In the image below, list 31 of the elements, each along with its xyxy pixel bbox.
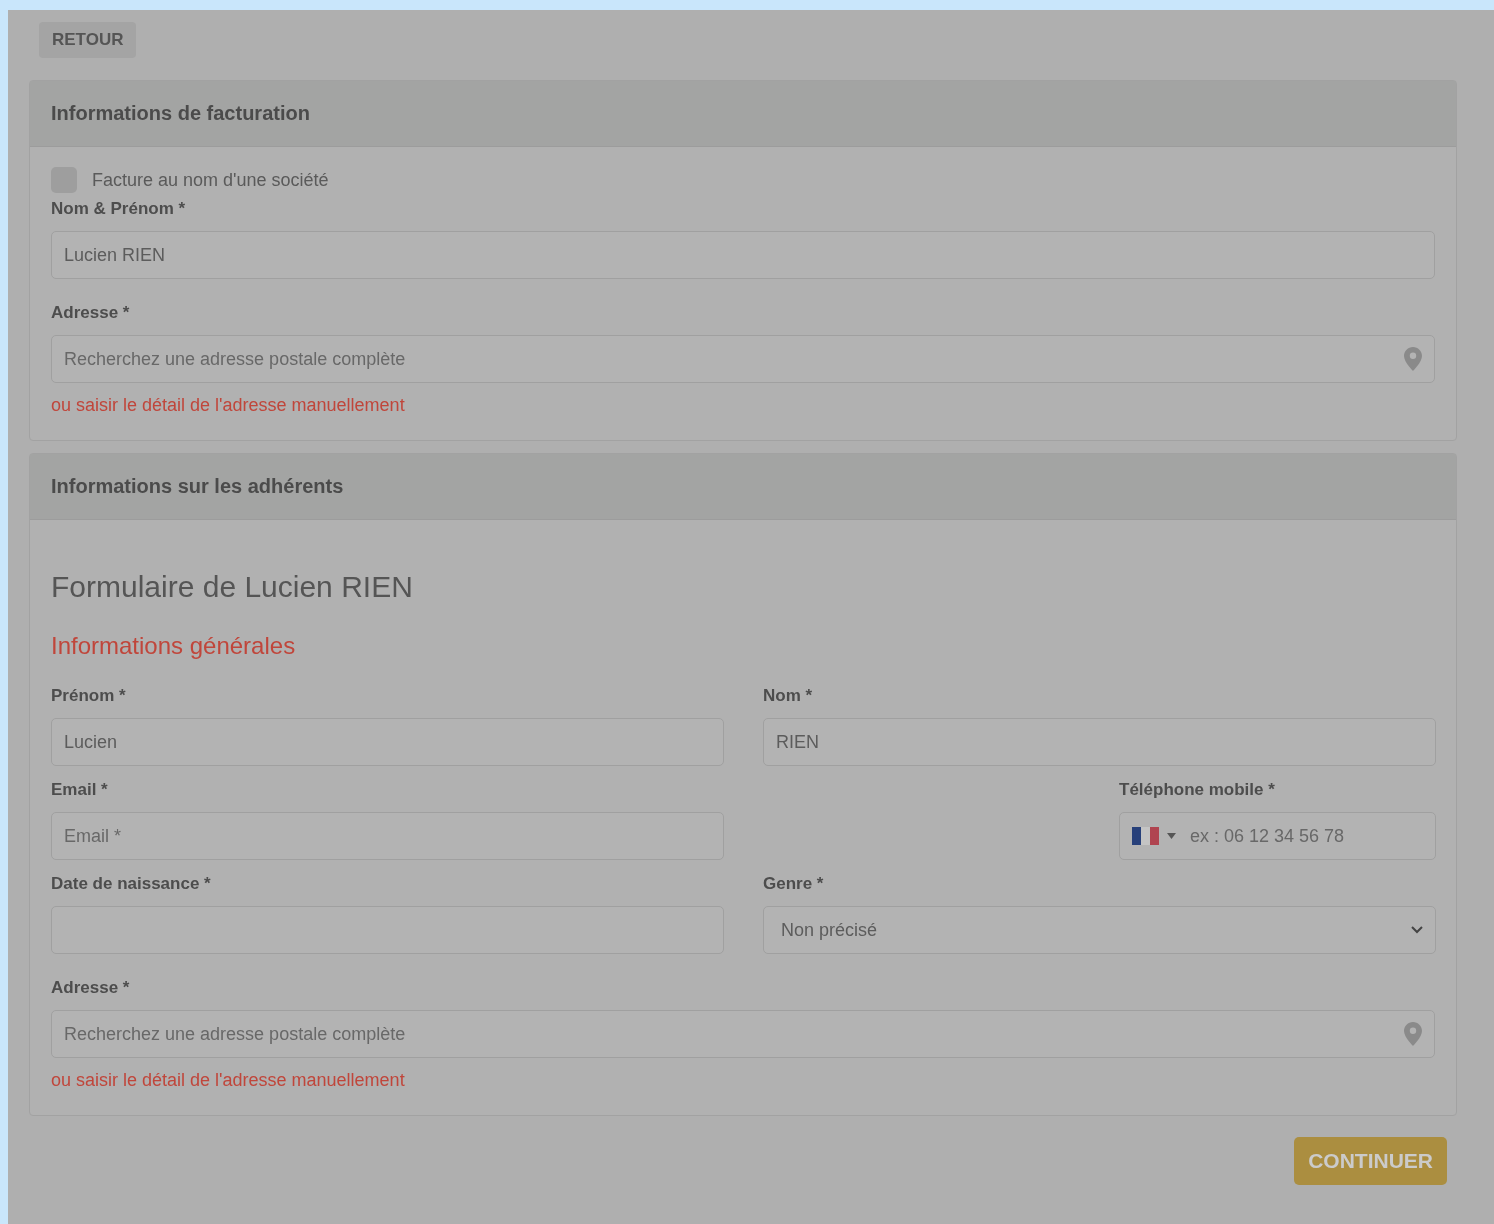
name-field[interactable]: Lucien RIEN: [51, 231, 1435, 279]
manual-address-link[interactable]: ou saisir le détail de l'adresse manuellement: [51, 395, 405, 416]
form-title: Formulaire de Lucien RIEN: [51, 570, 414, 604]
field-label: Prénom *: [51, 686, 127, 706]
first-name-field[interactable]: Lucien: [51, 718, 724, 766]
gender-select[interactable]: Non précisé: [763, 906, 1436, 954]
caret-icon: [1167, 833, 1176, 839]
field-label: Nom & Prénom *: [51, 199, 187, 219]
last-name-field[interactable]: RIEN: [763, 718, 1436, 766]
location-pin-icon: [1404, 347, 1422, 371]
field-label: Adresse *: [51, 303, 131, 323]
field-label: Genre *: [763, 874, 825, 894]
continue-button[interactable]: CONTINUER: [1294, 1137, 1447, 1185]
back-button[interactable]: RETOUR: [39, 22, 137, 58]
field-label: Date de naissance *: [51, 874, 212, 894]
checkbox-label: Facture au nom d'une société: [92, 169, 329, 191]
field-label: Nom *: [763, 686, 814, 706]
email-field[interactable]: Email *: [51, 812, 724, 860]
address-search-field[interactable]: Recherchez une adresse postale complète: [51, 335, 1435, 383]
card-header: Informations de facturation: [30, 81, 1456, 147]
manual-address-link[interactable]: ou saisir le détail de l'adresse manuellement: [51, 1070, 405, 1091]
field-label: Adresse *: [51, 978, 131, 998]
address-search-field[interactable]: Recherchez une adresse postale complète: [51, 1010, 1435, 1058]
chevron-down-icon: [1411, 926, 1423, 934]
flag-icon: [1132, 827, 1159, 845]
field-label: Email *: [51, 780, 109, 800]
section-title: Informations générales: [51, 632, 297, 660]
field-label: Téléphone mobile *: [1119, 780, 1276, 800]
location-pin-icon: [1404, 1022, 1422, 1046]
card-header: Informations sur les adhérents: [30, 454, 1456, 520]
phone-field[interactable]: ex : 06 12 34 56 78: [1119, 812, 1436, 860]
